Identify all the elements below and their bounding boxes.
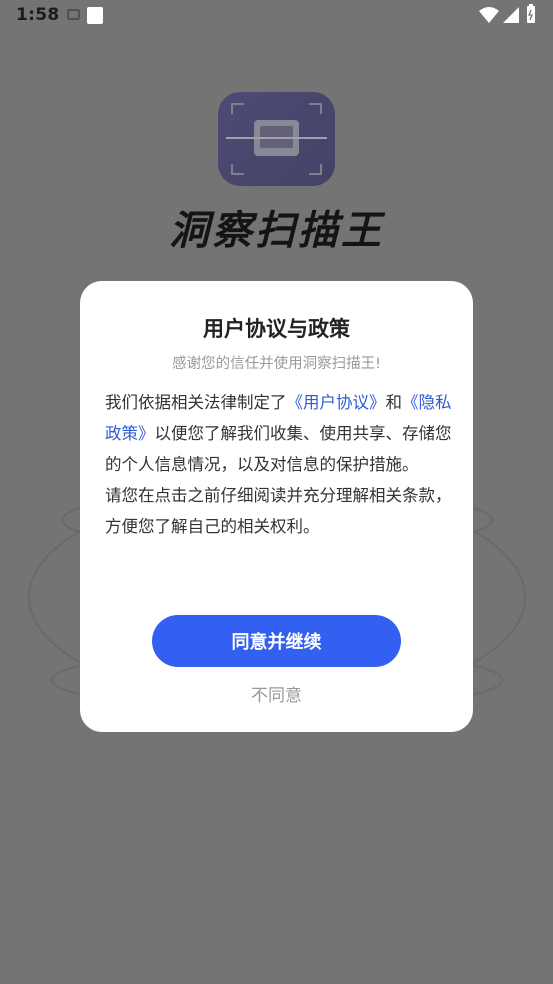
dialog-body: 我们依据相关法律制定了《用户协议》和《隐私政策》以便您了解我们收集、使用共享、存…	[105, 387, 453, 542]
dialog-subtitle: 感谢您的信任并使用洞察扫描王!	[172, 356, 381, 372]
agree-continue-button[interactable]: 同意并继续	[152, 615, 401, 667]
body-text-2: 以便您了解我们收集、使用共享、存储您的个人信息情况，以及对信息的保护措施。	[105, 424, 452, 474]
body-text-1: 我们依据相关法律制定了	[105, 393, 287, 412]
user-agreement-link[interactable]: 《用户协议》	[287, 393, 386, 412]
dialog-title: 用户协议与政策	[203, 317, 350, 341]
body-text-3: 请您在点击之前仔细阅读并充分理解相关条款，方便您了解自己的相关权利。	[105, 486, 452, 536]
agreement-dialog: 用户协议与政策 感谢您的信任并使用洞察扫描王! 我们依据相关法律制定了《用户协议…	[80, 281, 473, 732]
disagree-button[interactable]: 不同意	[80, 681, 473, 706]
body-text-and: 和	[385, 393, 403, 412]
